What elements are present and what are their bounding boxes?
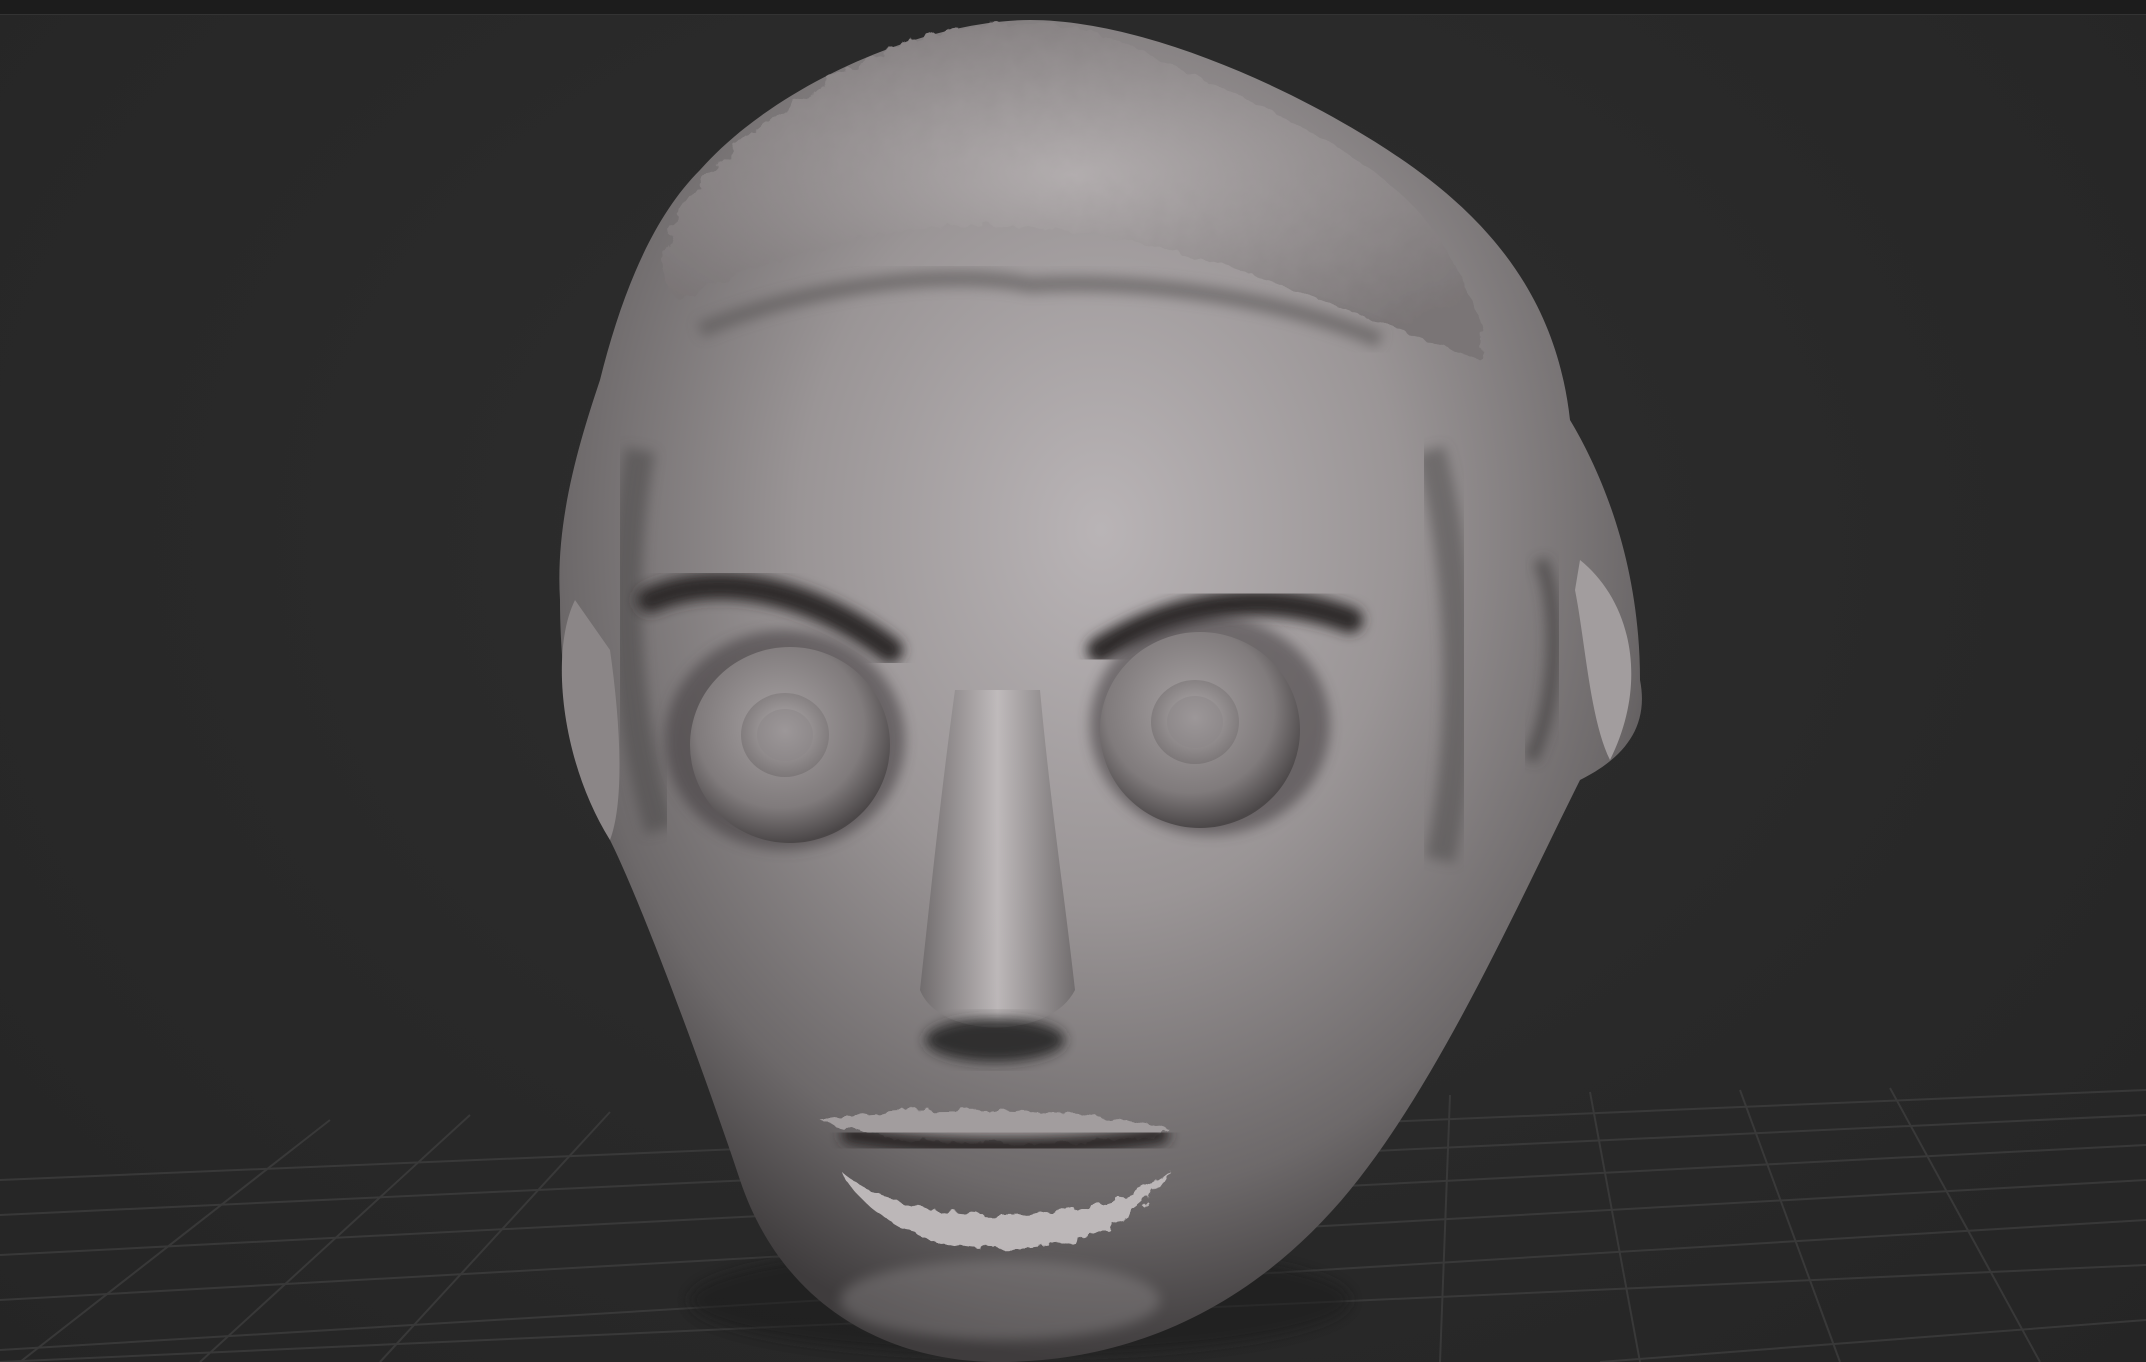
viewport-scene (0, 20, 2146, 1362)
right-eye[interactable] (1100, 632, 1300, 828)
left-eye[interactable] (690, 647, 890, 843)
sculpt-viewport[interactable] (0, 0, 2146, 1362)
